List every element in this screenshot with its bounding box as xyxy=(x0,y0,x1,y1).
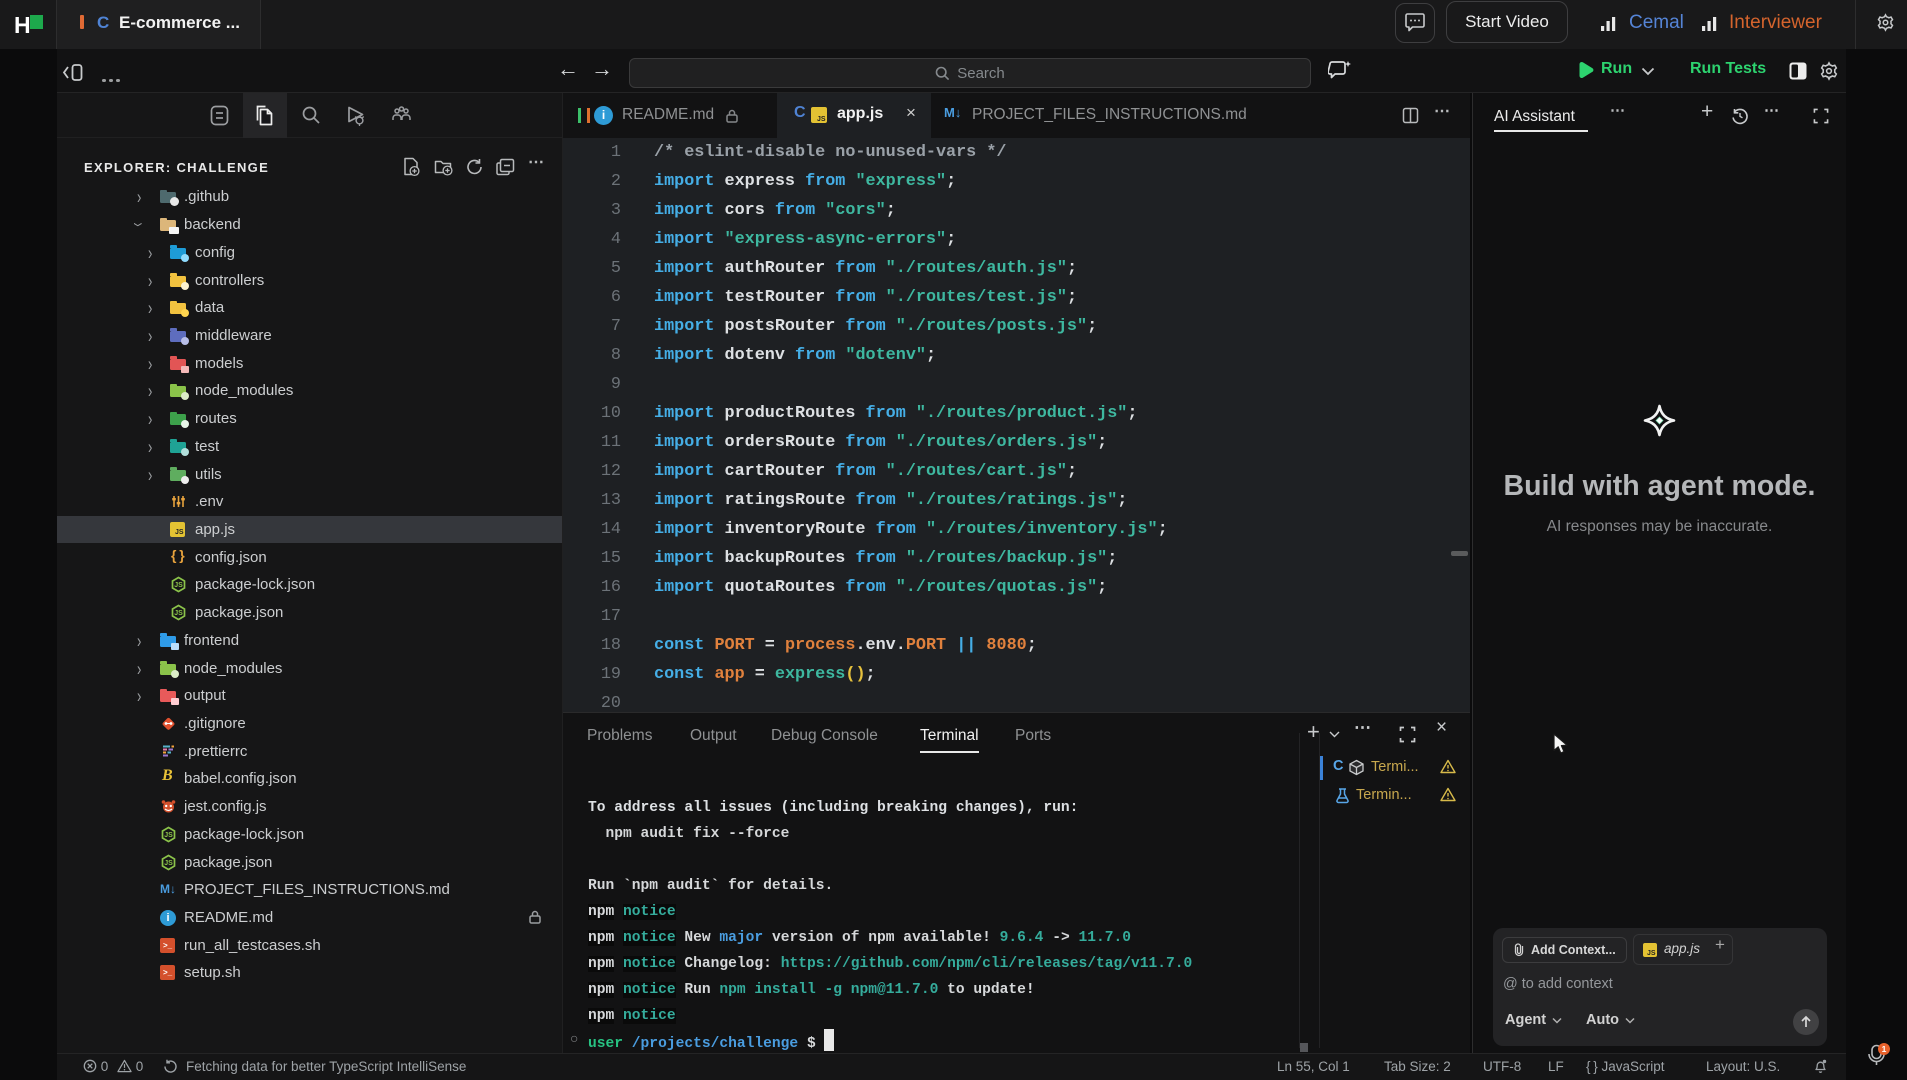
svg-text:JS: JS xyxy=(164,860,173,867)
svg-text:JS: JS xyxy=(174,610,183,617)
svg-text:JS: JS xyxy=(174,582,183,589)
svg-text:JS: JS xyxy=(164,832,173,839)
svg-text:1: 1 xyxy=(1882,1044,1887,1054)
